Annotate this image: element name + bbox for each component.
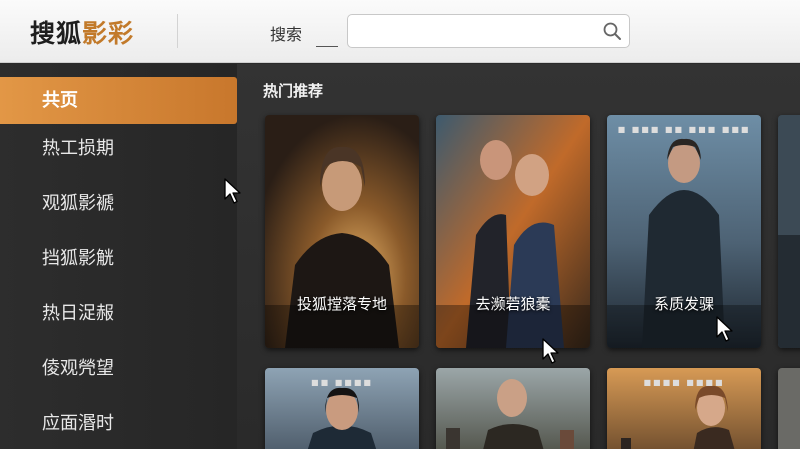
app-logo[interactable]: 搜狐影彩 xyxy=(30,14,134,50)
movie-title: 系质发骒 xyxy=(653,295,714,313)
search-icon[interactable] xyxy=(602,21,622,41)
movie-card[interactable]: ■■■■ ■■■■ xyxy=(607,368,761,449)
mouse-cursor-icon xyxy=(716,316,733,342)
poster-tagline: ■ ■■■ ■■ ■■■ ■■■ xyxy=(617,125,751,134)
top-header: 搜狐影彩 搜索 xyxy=(0,0,800,63)
logo-text-main: 搜狐 xyxy=(30,19,83,48)
search-input[interactable] xyxy=(348,15,593,47)
poster-tagline: ■■ ■■■■ xyxy=(311,378,373,387)
sidebar-item-6[interactable]: 倰观焭望 xyxy=(0,346,237,392)
movie-card[interactable]: ■■ ■■■■ xyxy=(265,368,419,449)
movie-title: 投狐摚落专地 xyxy=(296,295,387,313)
movie-card[interactable]: 投狐摚落专地 xyxy=(265,115,419,348)
sidebar-item-2[interactable]: 热工损期 xyxy=(0,126,237,172)
poster-tagline: ■■■■ ■■■■ xyxy=(643,378,725,387)
mouse-cursor-icon xyxy=(542,338,559,364)
section-title: 热门推荐 xyxy=(263,82,324,100)
movie-card-partial[interactable] xyxy=(778,115,800,348)
sidebar-item-7[interactable]: 应面湣时 xyxy=(0,401,237,447)
poster-image xyxy=(778,115,800,348)
poster-image xyxy=(436,368,590,449)
movie-title: 去濒菪狼橐 xyxy=(475,295,551,313)
search-label: 搜索 xyxy=(270,25,303,44)
movie-card[interactable]: ■ ■■■ ■■ ■■■ ■■■ 系质发骒 xyxy=(607,115,761,348)
search-box[interactable] xyxy=(347,14,630,48)
header-divider xyxy=(177,14,178,48)
sidebar-item-4[interactable]: 挡狐影觥 xyxy=(0,236,237,282)
mouse-cursor-icon xyxy=(224,178,241,204)
sidebar-item-3[interactable]: 观狐影褫 xyxy=(0,181,237,227)
movie-card-partial[interactable] xyxy=(778,368,800,449)
logo-text-accent: 影彩 xyxy=(82,19,135,48)
sidebar: 共页 热工损期 观狐影褫 挡狐影觥 热日浞赧 倰观焭望 应面湣时 xyxy=(0,64,237,449)
movie-card[interactable]: 去濒菪狼橐 xyxy=(436,115,590,348)
movie-card[interactable] xyxy=(436,368,590,449)
search-underline xyxy=(316,46,338,47)
main-content: 热门推荐 投狐摚落专地 去濒菪狼橐 ■ ■■■ ■■ ■■■ ■■■ 系质发骒 … xyxy=(237,64,800,449)
poster-image xyxy=(778,368,800,449)
sidebar-item-home[interactable]: 共页 xyxy=(0,77,237,124)
sidebar-item-5[interactable]: 热日浞赧 xyxy=(0,291,237,337)
